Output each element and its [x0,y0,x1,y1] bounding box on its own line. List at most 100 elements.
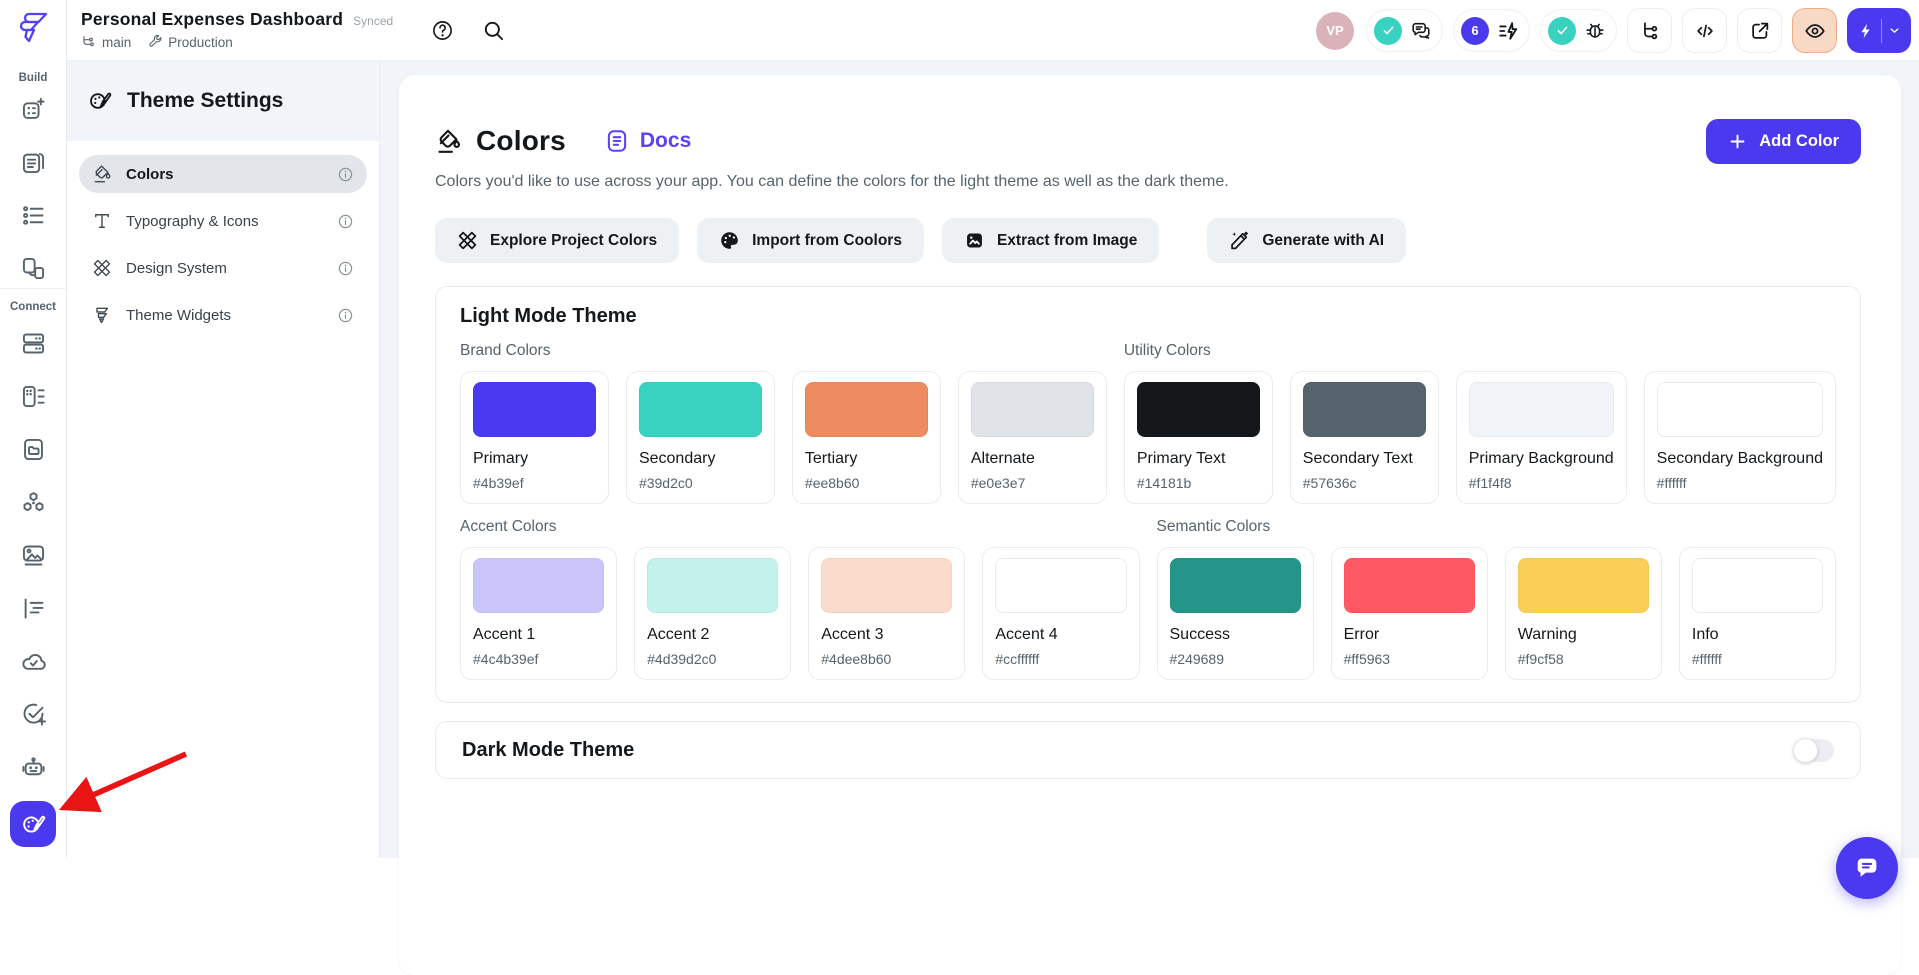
comments-button[interactable] [1366,9,1443,52]
sidebar-item-widget-add-icon[interactable] [20,96,47,123]
swatch-hex: #4c4b39ef [473,651,604,667]
swatch-preview [1137,382,1260,437]
widget-tree-button[interactable] [1627,8,1672,53]
swatch-hex: #ccffffff [995,651,1126,667]
debug-button[interactable] [1540,9,1617,52]
action-extract-from-image[interactable]: Extract from Image [942,218,1159,263]
search-icon[interactable] [482,19,505,42]
group-label: Semantic Colors [1157,518,1837,536]
sidebar-item-custom-files-icon[interactable] [20,436,47,463]
panel-item-typography-icons[interactable]: Typography & Icons [79,202,367,240]
swatch-name: Accent 2 [647,626,778,644]
swatch-preview [1170,558,1301,613]
color-swatch-accent-1[interactable]: Accent 1 #4c4b39ef [460,547,617,680]
swatch-preview [1518,558,1649,613]
color-swatch-primary[interactable]: Primary #4b39ef [460,371,609,504]
color-swatch-primary-background[interactable]: Primary Background #f1f4f8 [1456,371,1627,504]
sidebar-item-integrations-icon[interactable] [20,489,47,516]
palette-filled-icon [719,230,740,251]
action-import-from-coolors[interactable]: Import from Coolors [697,218,924,263]
color-swatch-secondary[interactable]: Secondary #39d2c0 [626,371,775,504]
sidebar-item-agents-icon[interactable] [20,754,47,781]
color-swatch-primary-text[interactable]: Primary Text #14181b [1124,371,1273,504]
panel-item-label: Colors [126,166,174,183]
swatch-preview [473,558,604,613]
wrench-icon [147,34,163,50]
top-bar: Personal Expenses Dashboard Synced main … [67,0,1919,61]
branch-name[interactable]: main [102,35,131,50]
preview-button[interactable] [1792,8,1837,53]
page-description: Colors you'd like to use across your app… [435,173,1861,191]
color-swatch-error[interactable]: Error #ff5963 [1331,547,1488,680]
sidebar-item-theme-settings[interactable] [10,801,56,847]
design-system-icon [92,258,112,278]
sidebar-item-app-values-icon[interactable] [20,202,47,229]
info-icon[interactable] [337,307,354,324]
color-swatch-success[interactable]: Success #249689 [1157,547,1314,680]
connect-section-label: Connect [0,301,66,313]
sidebar-item-pages-icon[interactable] [20,149,47,176]
color-swatch-secondary-text[interactable]: Secondary Text #57636c [1290,371,1439,504]
action-generate-with-ai[interactable]: Generate with AI [1207,218,1406,263]
swatch-preview [1469,382,1614,437]
theme-settings-icon [87,88,113,114]
panel-item-design-system[interactable]: Design System [79,249,367,287]
info-icon[interactable] [337,260,354,277]
swatch-name: Secondary Background [1657,450,1823,468]
color-swatch-accent-4[interactable]: Accent 4 #ccffffff [982,547,1139,680]
swatch-preview [1344,558,1475,613]
help-icon[interactable] [431,19,454,42]
docs-label: Docs [640,129,691,153]
action-label: Import from Coolors [752,232,902,250]
dark-mode-toggle[interactable] [1794,739,1834,762]
swatch-name: Secondary Text [1303,450,1426,468]
panel-item-theme-widgets[interactable]: Theme Widgets [79,296,367,334]
environment-name[interactable]: Production [168,35,233,50]
swatch-name: Warning [1518,626,1649,644]
rail-divider [0,288,66,289]
sidebar-item-app-logs-icon[interactable] [20,595,47,622]
swatch-preview [971,382,1094,437]
info-icon[interactable] [337,166,354,183]
avatar[interactable]: VP [1316,12,1354,50]
color-swatch-tertiary[interactable]: Tertiary #ee8b60 [792,371,941,504]
sidebar-item-components-icon[interactable] [20,255,47,282]
support-chat-button[interactable] [1836,837,1898,899]
swatch-hex: #f1f4f8 [1469,475,1614,491]
action-explore-project-colors[interactable]: Explore Project Colors [435,218,679,263]
color-swatch-accent-3[interactable]: Accent 3 #4dee8b60 [808,547,965,680]
panel-item-colors[interactable]: Colors [79,155,367,193]
chevron-down-icon [1888,24,1901,37]
action-label: Explore Project Colors [490,232,657,250]
swatch-preview [995,558,1126,613]
button-divider [1881,19,1882,43]
docs-link[interactable]: Docs [604,128,691,154]
color-swatch-info[interactable]: Info #ffffff [1679,547,1836,680]
sidebar-item-tests-icon[interactable] [20,701,47,728]
synced-status: Synced [353,14,393,28]
sidebar-item-media-assets-icon[interactable] [20,542,47,569]
color-swatch-warning[interactable]: Warning #f9cf58 [1505,547,1662,680]
info-icon[interactable] [337,213,354,230]
group-label: Utility Colors [1124,342,1836,360]
view-code-button[interactable] [1682,8,1727,53]
swatch-hex: #4b39ef [473,475,596,491]
share-button[interactable] [1737,8,1782,53]
color-swatch-alternate[interactable]: Alternate #e0e3e7 [958,371,1107,504]
swatch-hex: #14181b [1137,475,1260,491]
panel-menu: Colors Typography & Icons Design System … [67,141,379,334]
app-logo-icon[interactable] [13,7,53,51]
action-items-button[interactable]: 6 [1453,9,1530,52]
sidebar-item-api-calls-icon[interactable] [20,383,47,410]
swatch-hex: #4dee8b60 [821,651,952,667]
run-button[interactable] [1847,8,1911,53]
swatch-preview [647,558,778,613]
color-swatch-accent-2[interactable]: Accent 2 #4d39d2c0 [634,547,791,680]
panel-item-label: Design System [126,260,227,277]
sidebar-item-deploy-cloud-icon[interactable] [20,648,47,675]
color-swatch-secondary-background[interactable]: Secondary Background #ffffff [1644,371,1836,504]
flash-list-icon [1497,20,1519,42]
panel-title: Theme Settings [127,89,283,113]
sidebar-item-database-icon[interactable] [20,330,47,357]
add-color-button[interactable]: Add Color [1706,119,1861,164]
